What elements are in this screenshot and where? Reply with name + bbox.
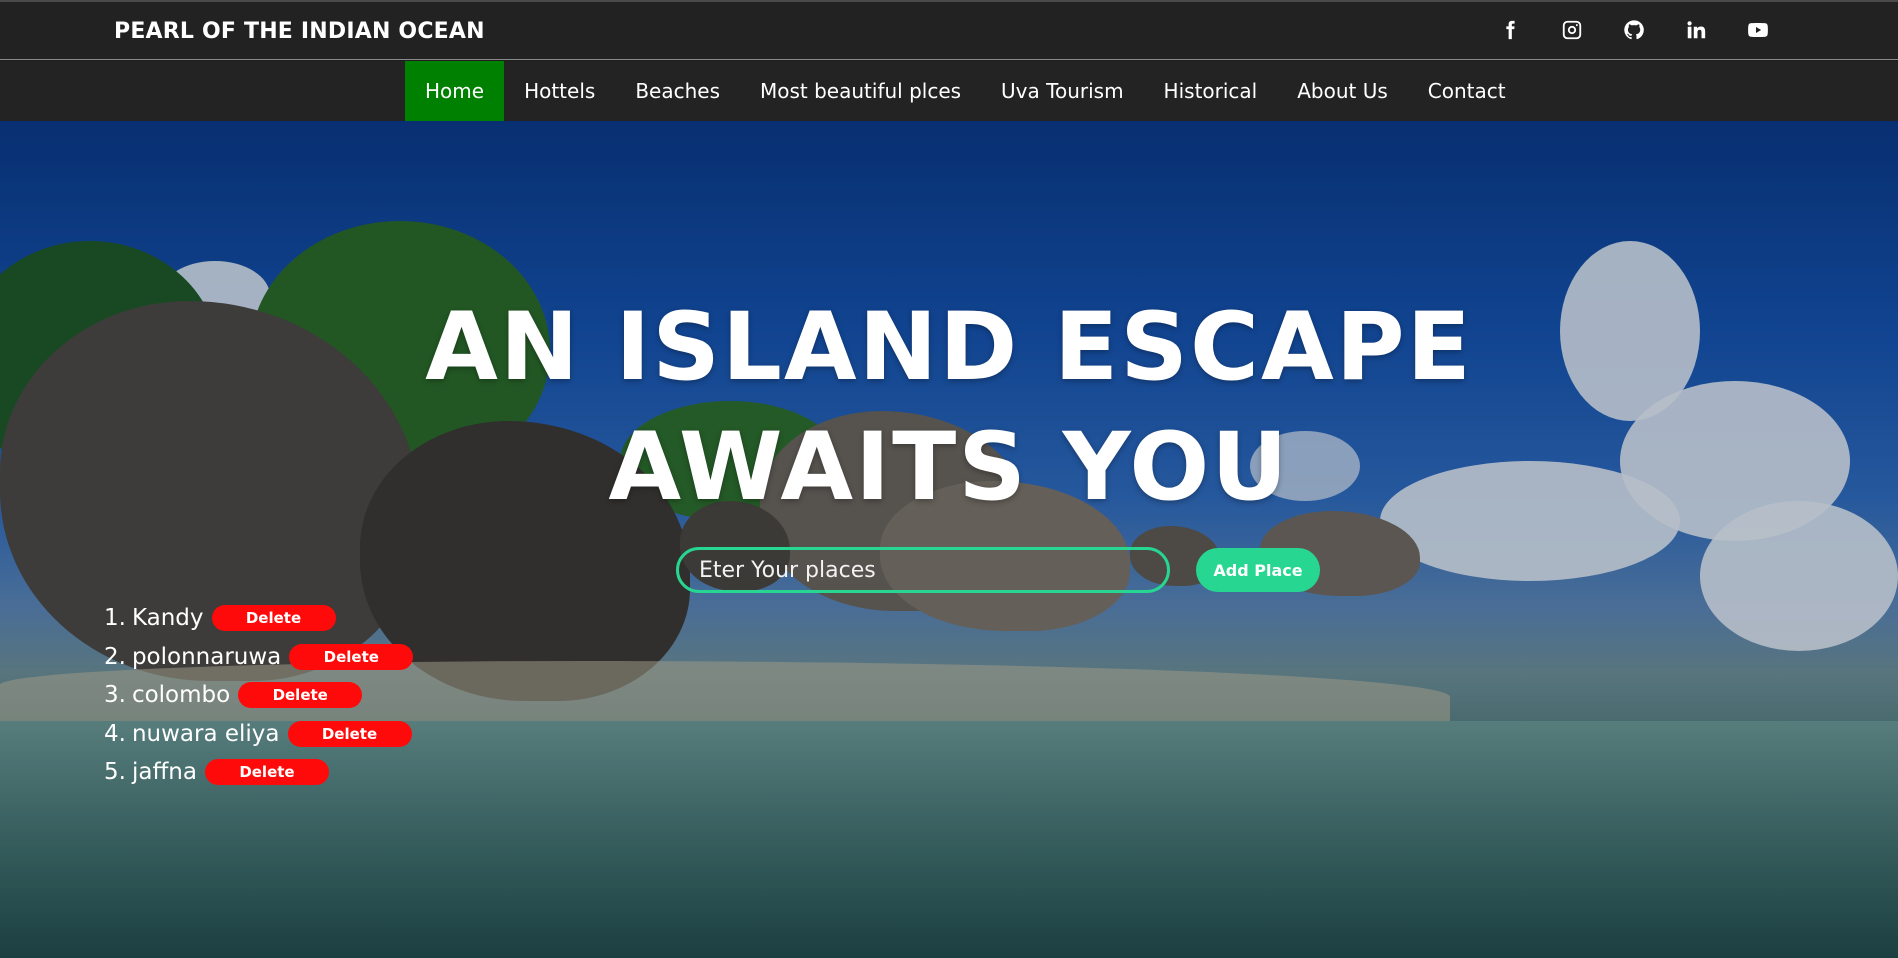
place-name: nuwara eliya bbox=[131, 720, 280, 747]
nav-item-about-us[interactable]: About Us bbox=[1277, 61, 1408, 121]
list-item: 4. nuwara eliya Delete bbox=[104, 715, 413, 754]
delete-button[interactable]: Delete bbox=[287, 720, 412, 747]
place-name: colombo bbox=[131, 682, 231, 709]
site-brand[interactable]: PEARL OF THE INDIAN OCEAN bbox=[114, 19, 485, 44]
place-input[interactable] bbox=[676, 547, 1170, 593]
add-place-button[interactable]: Add Place bbox=[1196, 548, 1320, 592]
place-name: Kandy bbox=[131, 605, 204, 632]
youtube-icon[interactable] bbox=[1746, 16, 1770, 44]
nav-item-home[interactable]: Home bbox=[405, 61, 505, 121]
list-item: 5. jaffna Delete bbox=[104, 753, 413, 792]
delete-button[interactable]: Delete bbox=[238, 682, 363, 709]
nav-item-hotels[interactable]: Hottels bbox=[504, 61, 615, 121]
top-bar: PEARL OF THE INDIAN OCEAN bbox=[0, 0, 1898, 60]
main-navbar: Home Hottels Beaches Most beautiful plce… bbox=[0, 61, 1898, 121]
place-number: 4. bbox=[104, 720, 126, 747]
place-number: 2. bbox=[104, 643, 126, 670]
places-list: 1. Kandy Delete 2. polonnaruwa Delete 3.… bbox=[104, 599, 414, 792]
delete-button[interactable]: Delete bbox=[211, 605, 336, 632]
list-item: 1. Kandy Delete bbox=[104, 599, 413, 638]
github-icon[interactable] bbox=[1622, 16, 1646, 44]
place-name: polonnaruwa bbox=[131, 643, 282, 670]
place-name: jaffna bbox=[131, 759, 197, 786]
social-links bbox=[1498, 16, 1770, 44]
nav-list: Home Hottels Beaches Most beautiful plce… bbox=[405, 61, 1526, 121]
list-item: 3. colombo Delete bbox=[104, 676, 413, 715]
place-number: 3. bbox=[104, 682, 126, 709]
linkedin-icon[interactable] bbox=[1684, 16, 1708, 44]
nav-item-historical[interactable]: Historical bbox=[1144, 61, 1278, 121]
facebook-icon[interactable] bbox=[1498, 16, 1522, 44]
hero-section: AN ISLAND ESCAPE AWAITS YOU Add Place 1.… bbox=[0, 121, 1898, 958]
delete-button[interactable]: Delete bbox=[289, 643, 414, 670]
list-item: 2. polonnaruwa Delete bbox=[104, 638, 414, 677]
hero-headline-line2: AWAITS YOU bbox=[608, 413, 1290, 522]
nav-item-beautiful-places[interactable]: Most beautiful plces bbox=[740, 61, 981, 121]
place-number: 1. bbox=[104, 605, 126, 632]
nav-item-uva-tourism[interactable]: Uva Tourism bbox=[981, 61, 1144, 121]
hero-headline-line1: AN ISLAND ESCAPE bbox=[425, 293, 1473, 402]
nav-item-contact[interactable]: Contact bbox=[1408, 61, 1526, 121]
place-number: 5. bbox=[104, 759, 126, 786]
nav-item-beaches[interactable]: Beaches bbox=[615, 61, 740, 121]
delete-button[interactable]: Delete bbox=[204, 759, 329, 786]
instagram-icon[interactable] bbox=[1560, 16, 1584, 44]
